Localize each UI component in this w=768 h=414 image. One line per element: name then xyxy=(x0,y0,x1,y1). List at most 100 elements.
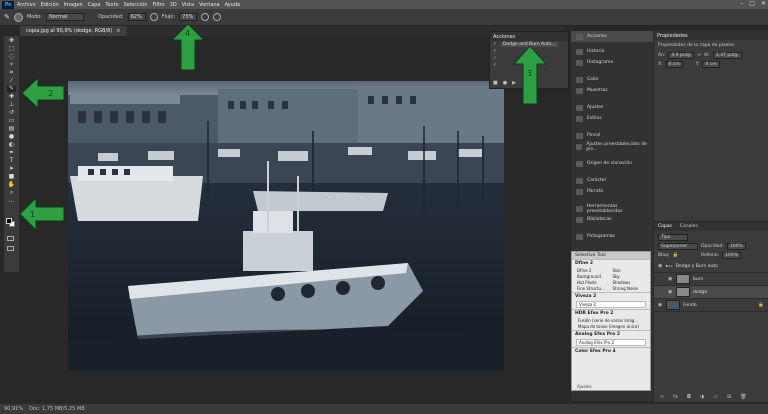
type-tool-icon[interactable]: T xyxy=(7,158,16,164)
panel-item-caracter[interactable]: Carácter xyxy=(571,175,653,186)
quick-mask-icon[interactable] xyxy=(7,236,14,241)
action-check-icon[interactable]: ✓ xyxy=(493,42,498,47)
dfine-option[interactable]: Shadows xyxy=(612,280,647,285)
mask-icon[interactable]: ◘ xyxy=(687,394,691,400)
maximize-icon[interactable]: □ xyxy=(749,0,755,7)
close-tab-icon[interactable]: × xyxy=(116,28,120,34)
blur-tool-icon[interactable]: ● xyxy=(7,134,16,140)
panel-item-tool-presets[interactable]: Herramientas preestablecidas xyxy=(571,203,653,214)
panel-item-parrafo[interactable]: Párrafo xyxy=(571,186,653,197)
eyedropper-tool-icon[interactable]: ⁄ xyxy=(7,78,16,84)
dodge-tool-icon[interactable]: ◐ xyxy=(7,142,16,148)
layer-opacity-field[interactable]: 100% xyxy=(726,243,746,250)
group-dfine[interactable]: Dfine 2 xyxy=(572,259,650,267)
layer-row[interactable]: ◉ ▸▭ Dodge y Burn auto xyxy=(654,260,768,273)
minimize-icon[interactable]: – xyxy=(740,0,743,7)
panel-item-color[interactable]: Color xyxy=(571,74,653,85)
action-check-icon[interactable]: ✓ xyxy=(493,56,498,61)
settings-link[interactable]: Ajustes xyxy=(577,384,592,389)
fx-icon[interactable]: fx xyxy=(673,394,678,400)
screen-mode-icon[interactable] xyxy=(7,246,14,251)
menu-filtro[interactable]: Filtro xyxy=(152,2,164,8)
lock-icon[interactable]: 🔒 xyxy=(672,253,678,258)
menu-seleccion[interactable]: Selección xyxy=(124,2,148,8)
flow-field[interactable]: 75% xyxy=(179,13,198,21)
visibility-eye-icon[interactable]: ◉ xyxy=(668,289,673,295)
panel-item-brush-presets[interactable]: Ajustes preestablecidos de pin... xyxy=(571,141,653,152)
panel-item-historia[interactable]: Historia xyxy=(571,46,653,57)
menu-texto[interactable]: Texto xyxy=(105,2,118,8)
canvas-image[interactable] xyxy=(68,81,504,371)
more-tools-icon[interactable]: … xyxy=(7,198,16,204)
dfine-option[interactable]: Dfine 2 xyxy=(576,268,611,273)
panel-item-estilos[interactable]: Estilos xyxy=(571,113,653,124)
document-tab[interactable]: copia.jpg al 90,9% (dodge, RGB/8) × xyxy=(20,26,127,36)
quick-select-tool-icon[interactable]: ✧ xyxy=(7,62,16,68)
move-tool-icon[interactable]: ✥ xyxy=(7,38,16,44)
pen-tool-icon[interactable]: ✒ xyxy=(7,150,16,156)
close-icon[interactable]: ✕ xyxy=(761,0,766,7)
foreground-color-swatch[interactable] xyxy=(6,218,12,224)
hdr-option-tonemap[interactable]: Mapa de tonos (imagen única) xyxy=(576,324,646,329)
new-group-icon[interactable]: ▭ xyxy=(713,394,718,400)
layer-row[interactable]: ◉ burn xyxy=(654,273,768,286)
menu-3d[interactable]: 3D xyxy=(170,2,177,8)
brush-tool-icon[interactable]: ✎ xyxy=(4,13,10,21)
group-hdr[interactable]: HDR Efex Pro 2 xyxy=(572,309,650,317)
stop-icon[interactable]: ■ xyxy=(493,80,498,86)
record-icon[interactable]: ● xyxy=(503,80,507,86)
history-brush-tool-icon[interactable]: ↺ xyxy=(7,110,16,116)
pressure-size-icon[interactable] xyxy=(213,13,222,21)
visibility-eye-icon[interactable]: ◉ xyxy=(668,276,673,282)
menu-vista[interactable]: Vista xyxy=(182,2,194,8)
eraser-tool-icon[interactable]: ▭ xyxy=(7,118,16,124)
layer-row[interactable]: ◉ dodge xyxy=(654,286,768,299)
menu-ayuda[interactable]: Ayuda xyxy=(225,2,240,8)
link-layers-icon[interactable]: ∞ xyxy=(660,394,664,400)
panel-item-bibliotecas[interactable]: Bibliotecas xyxy=(571,214,653,225)
pressure-opacity-icon[interactable] xyxy=(149,13,158,21)
panel-item-acciones[interactable]: Acciones xyxy=(571,31,653,42)
zoom-readout[interactable]: 90,91% xyxy=(4,406,23,412)
action-check-icon[interactable]: ✓ xyxy=(493,49,498,54)
tab-channels[interactable]: Canales xyxy=(680,224,698,229)
panel-item-ajustes[interactable]: Ajustes xyxy=(571,102,653,113)
menu-imagen[interactable]: Imagen xyxy=(64,2,83,8)
panel-item-histograma[interactable]: Histograma xyxy=(571,57,653,68)
height-field[interactable]: 3,47 pulg. xyxy=(712,52,742,59)
dfine-option[interactable]: Strong Noise xyxy=(612,286,647,291)
group-analog[interactable]: Analog Efex Pro 2 xyxy=(572,330,650,338)
adjustment-layer-icon[interactable]: ◑ xyxy=(700,394,704,400)
layer-filter-select[interactable]: Tipo xyxy=(658,234,688,241)
path-select-tool-icon[interactable]: ➤ xyxy=(7,166,16,172)
dfine-option[interactable]: Background xyxy=(576,274,611,279)
menu-capa[interactable]: Capa xyxy=(88,2,101,8)
dfine-option[interactable]: Hot Pixels xyxy=(576,280,611,285)
link-icon[interactable]: ∞ xyxy=(697,53,701,58)
x-field[interactable]: 0 cm xyxy=(665,61,683,68)
healing-tool-icon[interactable]: ✚ xyxy=(7,94,16,100)
menu-edicion[interactable]: Edición xyxy=(41,2,59,8)
panel-item-pincel[interactable]: Pincel xyxy=(571,130,653,141)
brush-preset-icon[interactable] xyxy=(13,12,23,22)
blend-mode-select[interactable]: Superponer xyxy=(658,243,698,250)
action-check-icon[interactable]: ✓ xyxy=(493,63,498,68)
crop-tool-icon[interactable]: ⌗ xyxy=(7,70,16,76)
dfine-option[interactable]: Fine Structu... xyxy=(576,286,611,291)
dfine-option[interactable]: Sky xyxy=(612,274,647,279)
visibility-eye-icon[interactable]: ◉ xyxy=(658,302,663,308)
layer-row[interactable]: ◉ Fondo 🔒 xyxy=(654,299,768,312)
fill-field[interactable]: 100% xyxy=(722,252,742,259)
shape-tool-icon[interactable]: ■ xyxy=(7,174,16,180)
mode-select[interactable]: Normal xyxy=(46,13,85,21)
menu-ventana[interactable]: Ventana xyxy=(199,2,220,8)
dfine-option[interactable]: Size xyxy=(612,268,647,273)
analog-button[interactable]: Analog Efex Pro 2 xyxy=(576,339,646,346)
hdr-option-merge[interactable]: Fusión (serie de varias imág... xyxy=(576,318,646,323)
marquee-tool-icon[interactable]: ⬚ xyxy=(7,46,16,52)
visibility-eye-icon[interactable]: ◉ xyxy=(658,263,663,269)
group-viveza[interactable]: Viveza 2 xyxy=(572,292,650,300)
viveza-button[interactable]: Viveza 2 xyxy=(576,301,646,308)
opacity-field[interactable]: 62% xyxy=(127,13,146,21)
panel-item-muestras[interactable]: Muestras xyxy=(571,85,653,96)
